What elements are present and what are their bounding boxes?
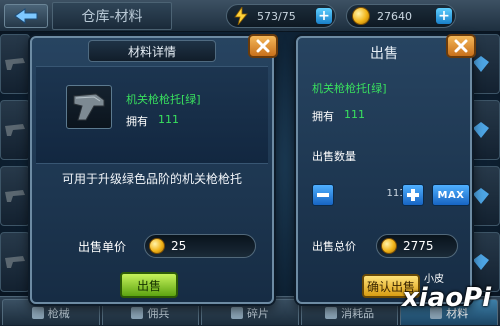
- inventory-slot[interactable]: [0, 166, 30, 226]
- total-price-value: 2775: [403, 239, 434, 253]
- energy-value: 573/75: [257, 9, 296, 23]
- soldier-icon: [131, 306, 144, 319]
- item-name: 机关枪枪托[绿]: [312, 82, 387, 95]
- tab-label: 碎片: [246, 306, 269, 320]
- close-button[interactable]: [248, 34, 278, 58]
- item-description: 可用于升级绿色品阶的机关枪枪托: [61, 172, 242, 186]
- gun-part-icon: [5, 58, 25, 70]
- sell-button[interactable]: 出售: [120, 272, 178, 298]
- lightning-icon: [231, 6, 251, 26]
- inventory-slot[interactable]: [0, 100, 30, 160]
- gem-icon: [473, 56, 489, 72]
- plus-icon: [407, 189, 419, 201]
- panel-title: 出售: [370, 46, 398, 62]
- tab-label: 枪械: [47, 306, 70, 320]
- unit-price-label: 出售单价: [78, 240, 127, 254]
- energy-display: 573/75 +: [226, 4, 336, 28]
- page-title: 仓库-材料: [52, 2, 172, 30]
- own-count: 111: [158, 113, 179, 126]
- own-label: 拥有: [312, 110, 334, 123]
- sell-panel: 出售 机关枪枪托[绿] 拥有 111 出售数量 111 MAX 出售总价 277…: [296, 34, 476, 304]
- inventory-slot[interactable]: [0, 232, 30, 292]
- potion-icon: [325, 306, 338, 319]
- close-button[interactable]: [446, 34, 476, 58]
- gun-part-icon: [5, 190, 25, 202]
- watermark-logo-text: xiaoPi: [402, 283, 492, 313]
- unit-price-box: 25: [144, 234, 256, 258]
- back-button[interactable]: [4, 4, 48, 28]
- back-arrow-icon: [14, 8, 38, 24]
- own-label: 拥有: [126, 115, 148, 128]
- decrease-quantity-button[interactable]: [312, 184, 334, 206]
- quantity-label: 出售数量: [312, 150, 356, 163]
- add-energy-button[interactable]: +: [316, 8, 332, 24]
- panel-title: 材料详情: [88, 40, 216, 62]
- top-bar: 仓库-材料 573/75 + 27640 +: [0, 0, 500, 32]
- gold-coin-icon: [149, 238, 165, 254]
- material-detail-panel: 材料详情 机关枪枪托[绿] 拥有 111 可用于升级绿色品阶的机关枪枪托 出售单…: [30, 34, 278, 304]
- total-price-label: 出售总价: [312, 240, 356, 253]
- gem-icon: [473, 188, 489, 204]
- unit-price-value: 25: [171, 239, 187, 253]
- inventory-left-column: [0, 34, 30, 292]
- gold-coin-icon: [351, 6, 371, 26]
- item-card: 机关枪枪托[绿] 拥有 111: [36, 66, 268, 164]
- gun-part-icon: [5, 256, 25, 268]
- total-price-box: 2775: [376, 234, 458, 258]
- watermark: 小皮 xiaoPi: [402, 270, 498, 324]
- gem-icon: [473, 254, 489, 270]
- gold-display: 27640 +: [346, 4, 456, 28]
- max-quantity-button[interactable]: MAX: [432, 184, 470, 206]
- tab-label: 消耗品: [341, 306, 375, 320]
- inventory-slot[interactable]: [0, 34, 30, 94]
- gun-part-icon: [5, 124, 25, 136]
- own-count: 111: [344, 108, 365, 121]
- increase-quantity-button[interactable]: [402, 184, 424, 206]
- gun-stock-icon: [66, 85, 112, 129]
- close-icon: [454, 39, 468, 53]
- add-gold-button[interactable]: +: [436, 8, 452, 24]
- minus-icon: [317, 193, 329, 197]
- fragment-icon: [230, 306, 243, 319]
- tab-label: 佣兵: [147, 306, 170, 320]
- gold-value: 27640: [377, 9, 412, 23]
- gold-coin-icon: [381, 238, 397, 254]
- item-name: 机关枪枪托[绿]: [126, 93, 201, 106]
- close-icon: [256, 39, 270, 53]
- gem-icon: [473, 122, 489, 138]
- gun-icon: [31, 306, 44, 319]
